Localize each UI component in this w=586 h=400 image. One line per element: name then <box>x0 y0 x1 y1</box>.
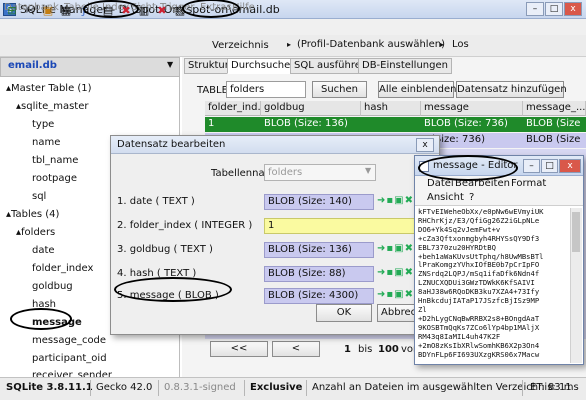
directory-label: Verzeichnis <box>212 40 269 51</box>
table-cell: BLOB (Size <box>526 118 581 129</box>
field-actions-icon[interactable]: ➜▪▣✖ <box>377 289 414 300</box>
tools-icon[interactable]: ✂ <box>22 3 38 19</box>
status-time: ET: 83 ms <box>530 382 579 393</box>
tree-table-folders[interactable]: ▴folders <box>16 227 55 238</box>
maximize-button[interactable]: □ <box>545 2 563 16</box>
drop-index-icon[interactable]: ✖ <box>154 3 170 19</box>
db-name: email.db <box>8 60 57 71</box>
field-goldbug[interactable]: BLOB (Size: 136) <box>264 242 374 258</box>
tree-column-tbl-name[interactable]: tbl_name <box>32 155 78 166</box>
prev-page-button[interactable]: < <box>272 341 320 357</box>
editor-line: HnBkcdujIATaP17JSzfcBjISz9MP <box>418 296 540 306</box>
tab-db-settings[interactable]: DB-Einstellungen <box>358 58 452 74</box>
tree-sqlite-master[interactable]: ▴sqlite_master <box>16 101 88 112</box>
highlight-spot-on-path <box>83 0 139 18</box>
highlight-editor-title <box>418 155 518 181</box>
field-actions-icon[interactable]: ➜▪▣✖ <box>377 195 414 206</box>
column-header[interactable]: folder_ind... <box>205 101 261 116</box>
dialog-close-button[interactable]: x <box>416 138 434 152</box>
search-button[interactable]: Suchen <box>312 81 367 98</box>
first-page-button[interactable]: << <box>210 341 268 357</box>
dialog-title: Datensatz bearbeiten <box>117 139 226 150</box>
editor-line: BDYnFLp6FI693UXzgKRS06x7Macw <box>418 349 540 359</box>
table-cell: 1 <box>208 118 215 129</box>
status-separator <box>522 380 523 396</box>
status-addon: 0.8.3.1-signed <box>164 382 236 393</box>
status-separator <box>244 380 245 396</box>
field-date[interactable]: BLOB (Size: 140) <box>264 194 374 210</box>
menu-bar <box>0 19 586 35</box>
minimize-button[interactable]: – <box>526 2 544 16</box>
status-separator <box>90 380 91 396</box>
tree-column-sql[interactable]: sql <box>32 191 46 202</box>
add-record-button[interactable]: Datensatz hinzufügen <box>456 81 567 98</box>
tree-master-table[interactable]: ▴Master Table (1) <box>6 83 92 94</box>
field-folder-index[interactable]: 1 <box>264 218 424 234</box>
page-end: 100 <box>378 344 399 355</box>
editor-minimize-button[interactable]: – <box>523 159 540 173</box>
column-header[interactable]: goldbug <box>261 101 361 116</box>
field-message[interactable]: BLOB (Size: 4300) <box>264 288 374 304</box>
editor-scroll-thumb[interactable] <box>572 212 580 252</box>
status-mode: Exclusive <box>250 382 303 393</box>
column-header[interactable]: message <box>421 101 523 116</box>
tree-column-type[interactable]: type <box>32 119 54 130</box>
tree-column-folder-index[interactable]: folder_index <box>32 263 93 274</box>
tree-column-date[interactable]: date <box>32 245 55 256</box>
table-cell: (Size: 736) <box>431 134 485 145</box>
open-folder-icon[interactable]: ▣ <box>40 3 56 19</box>
profile-db-select[interactable]: (Profil-Datenbank auswählen) <box>297 39 445 50</box>
editor-menu-format[interactable]: Format <box>511 178 546 189</box>
field-actions-icon[interactable]: ➜▪▣✖ <box>377 267 414 278</box>
editor-maximize-button[interactable]: □ <box>541 159 558 173</box>
index-icon[interactable]: ▥ <box>136 3 152 19</box>
page-start: 1 <box>344 344 351 355</box>
table-cell: BLOB (Size: 736) <box>424 118 508 129</box>
column-header[interactable]: message_... <box>523 101 586 116</box>
field-hash[interactable]: BLOB (Size: 88) <box>264 266 374 282</box>
tree-column-participant-oid[interactable]: participant_oid <box>32 353 107 364</box>
editor-menu-help[interactable]: ? <box>469 192 474 203</box>
field-label-goldbug: 3. goldbug ( TEXT ) <box>117 244 213 255</box>
table-icon[interactable]: ▦ <box>58 3 74 19</box>
status-separator <box>306 380 307 396</box>
tablename-field: folders <box>264 164 376 181</box>
toolbar <box>0 35 586 57</box>
tab-struktur[interactable]: Struktur <box>184 58 233 74</box>
close-button[interactable]: x <box>564 2 582 16</box>
tree-column-message-code[interactable]: message_code <box>32 335 106 346</box>
new-db-icon[interactable]: ⊞ <box>4 3 20 19</box>
status-version: SQLite 3.8.11.1 <box>6 382 93 393</box>
table-label: TABLE <box>197 85 228 96</box>
field-label-date: 1. date ( TEXT ) <box>117 196 195 207</box>
table-cell: BLOB (Size <box>526 134 581 145</box>
go-arrow-icon: ▸ <box>440 40 445 49</box>
message-editor-window: message - Editor – □ x Datei Bearbeiten … <box>414 155 584 365</box>
page-bis: bis <box>358 344 373 355</box>
status-engine: Gecko 42.0 <box>96 382 153 393</box>
chevron-down-icon[interactable]: ▼ <box>167 60 173 69</box>
field-actions-icon[interactable]: ➜▪▣✖ <box>377 243 414 254</box>
editor-text-area[interactable]: kFTvEIWeheObXx/e0pNw6wEVmyiUK RHChrKjz/E… <box>418 208 568 363</box>
highlight-message-node <box>10 308 72 330</box>
highlight-message-field <box>114 277 232 302</box>
show-all-button[interactable]: Alle einblenden <box>378 81 456 98</box>
dropdown-arrow-icon[interactable]: ▸ <box>287 40 291 49</box>
table-cell: BLOB (Size: 136) <box>264 118 348 129</box>
status-separator <box>158 380 159 396</box>
go-button[interactable]: Los <box>452 39 469 50</box>
editor-menu-ansicht[interactable]: Ansicht <box>427 192 464 203</box>
tree-column-name[interactable]: name <box>32 137 60 148</box>
editor-close-button[interactable]: x <box>559 159 581 173</box>
ok-button[interactable]: OK <box>316 304 372 322</box>
edit-record-dialog: Datensatz bearbeiten x Tabellenname fold… <box>110 135 440 335</box>
column-header[interactable]: hash <box>361 101 421 116</box>
tree-column-goldbug[interactable]: goldbug <box>32 281 73 292</box>
field-label-folder-index: 2. folder_index ( INTEGER ) <box>117 220 253 231</box>
tree-tables[interactable]: ▴Tables (4) <box>6 209 59 220</box>
tree-column-rootpage[interactable]: rootpage <box>32 173 77 184</box>
table-select[interactable]: folders <box>226 81 306 98</box>
chevron-down-icon: ▼ <box>365 166 372 175</box>
